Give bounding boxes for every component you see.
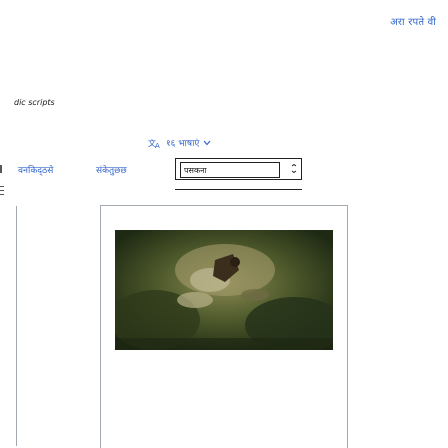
page-tabs: वनकिद्ठसे संकेतुछछ पसकना [0, 157, 310, 181]
translate-icon: 文 A [148, 137, 162, 149]
view-select[interactable]: पसकना [180, 162, 280, 178]
language-count-label: १६ भाषाएं [166, 139, 200, 149]
tab-talk[interactable]: संकेतुछछ [96, 163, 127, 176]
view-select-value: पसकना [184, 165, 207, 175]
login-link[interactable]: अरा रपते वी [390, 14, 436, 28]
chevron-down-icon[interactable] [291, 163, 297, 175]
view-select-container: पसकना [175, 158, 302, 180]
svg-text:A: A [155, 142, 160, 149]
divider [175, 189, 302, 190]
image-frame [100, 205, 348, 448]
page-caption: dic scripts [14, 98, 55, 107]
content-left-border [16, 206, 17, 446]
landscape-photo[interactable] [115, 230, 333, 350]
side-marker [0, 186, 6, 198]
tab-separator [0, 165, 2, 173]
tab-article[interactable]: वनकिद्ठसे [18, 163, 53, 176]
language-selector[interactable]: 文 A १६ भाषाएं [148, 136, 211, 149]
chevron-down-icon [203, 140, 211, 146]
